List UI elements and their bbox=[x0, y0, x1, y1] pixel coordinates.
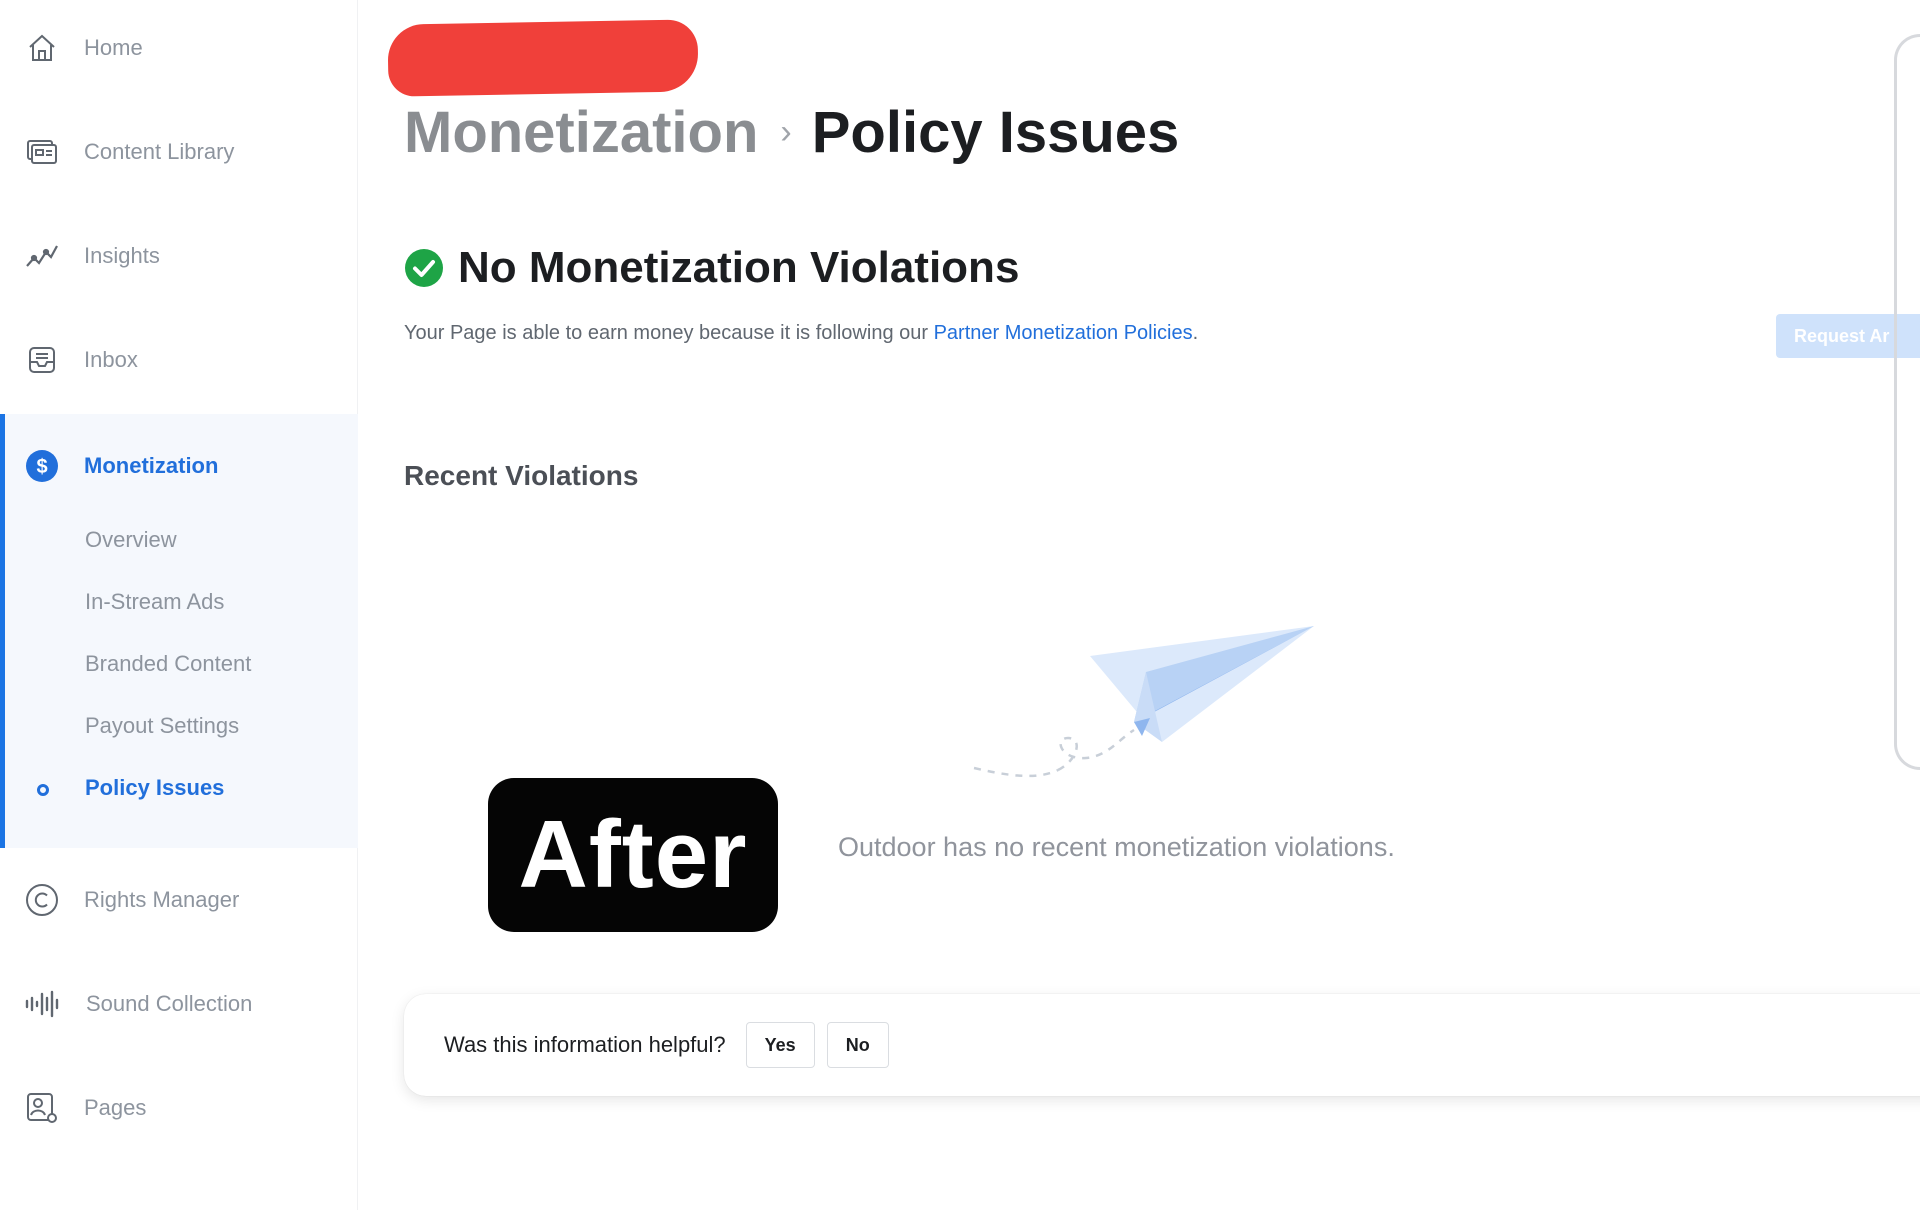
status-description-end: . bbox=[1192, 322, 1199, 344]
feedback-question: Was this information helpful? bbox=[444, 1032, 726, 1057]
active-dot-icon bbox=[37, 784, 49, 796]
sidebar-item-label: Rights Manager bbox=[84, 887, 240, 912]
sidebar-item-sound-collection[interactable]: Sound Collection bbox=[0, 974, 358, 1034]
partner-monetization-policies-link[interactable]: Partner Monetization Policies bbox=[934, 322, 1193, 344]
sidebar-item-label: Inbox bbox=[84, 347, 138, 372]
side-panel-edge bbox=[1894, 34, 1920, 770]
dollar-icon: $ bbox=[24, 448, 60, 484]
sound-icon bbox=[24, 986, 60, 1022]
sidebar-item-label: Monetization bbox=[84, 453, 219, 478]
sidebar-item-home[interactable]: Home bbox=[0, 18, 358, 78]
sidebar-sub-policy-issues[interactable]: Policy Issues bbox=[85, 768, 224, 808]
sidebar-item-insights[interactable]: Insights bbox=[0, 226, 358, 286]
sidebar-sub-label: Payout Settings bbox=[85, 713, 240, 738]
copyright-icon bbox=[24, 882, 60, 918]
svg-text:$: $ bbox=[36, 456, 47, 478]
redaction-mark bbox=[387, 19, 699, 97]
feedback-bar: Was this information helpful? Yes No bbox=[404, 994, 1920, 1096]
sidebar-item-content-library[interactable]: Content Library bbox=[0, 122, 358, 182]
sidebar-sub-branded-content[interactable]: Branded Content bbox=[85, 644, 251, 684]
paper-plane-icon bbox=[973, 626, 1314, 778]
sidebar: Home Content Library Insights Inbox $ Mo… bbox=[0, 0, 358, 1210]
recent-violations-heading: Recent Violations bbox=[404, 460, 639, 491]
sidebar-sub-label: In-Stream Ads bbox=[85, 589, 225, 614]
page: Home Content Library Insights Inbox $ Mo… bbox=[0, 0, 1920, 1210]
sidebar-sub-overview[interactable]: Overview bbox=[85, 520, 177, 560]
status-description-text: Your Page is able to earn money because … bbox=[404, 322, 934, 344]
sidebar-sub-in-stream-ads[interactable]: In-Stream Ads bbox=[85, 582, 224, 622]
status-row: No Monetization Violations bbox=[404, 240, 1019, 296]
sidebar-item-label: Home bbox=[84, 35, 143, 60]
sidebar-item-pages[interactable]: Pages bbox=[0, 1078, 358, 1138]
pages-icon bbox=[24, 1090, 60, 1126]
status-title: No Monetization Violations bbox=[458, 243, 1020, 292]
feedback-yes-button[interactable]: Yes bbox=[745, 1022, 815, 1068]
sidebar-item-inbox[interactable]: Inbox bbox=[0, 330, 358, 390]
sidebar-sub-label: Overview bbox=[85, 527, 177, 552]
sidebar-item-label: Pages bbox=[84, 1095, 147, 1120]
sidebar-sub-label: Policy Issues bbox=[85, 775, 225, 800]
breadcrumb-parent-link[interactable]: Monetization bbox=[404, 99, 758, 166]
inbox-icon bbox=[24, 342, 60, 378]
monetization-section: $ Monetization Overview In-Stream Ads Br… bbox=[0, 414, 358, 848]
sidebar-item-label: Content Library bbox=[84, 139, 235, 164]
sidebar-sub-label: Branded Content bbox=[85, 651, 252, 676]
status-description: Your Page is able to earn money because … bbox=[404, 322, 1198, 345]
sidebar-item-label: Sound Collection bbox=[86, 991, 253, 1016]
insights-icon bbox=[24, 238, 60, 274]
empty-state-message: Outdoor has no recent monetization viola… bbox=[838, 832, 1395, 862]
breadcrumb: Monetization › Policy Issues bbox=[404, 92, 1179, 172]
sidebar-item-rights-manager[interactable]: Rights Manager bbox=[0, 870, 358, 930]
main-content: Monetization › Policy Issues No Monetiza… bbox=[358, 0, 1920, 1210]
check-circle-icon bbox=[405, 249, 443, 287]
sidebar-item-monetization[interactable]: $ Monetization bbox=[0, 436, 358, 496]
feedback-no-button[interactable]: No bbox=[826, 1022, 889, 1068]
after-label-text: After bbox=[518, 801, 748, 908]
after-label-overlay: After bbox=[488, 778, 778, 932]
chevron-right-icon: › bbox=[780, 112, 792, 151]
home-icon bbox=[24, 30, 60, 66]
sidebar-item-label: Insights bbox=[84, 243, 160, 268]
content-library-icon bbox=[24, 134, 60, 170]
sidebar-sub-payout-settings[interactable]: Payout Settings bbox=[85, 706, 239, 746]
page-title: Policy Issues bbox=[811, 99, 1180, 165]
